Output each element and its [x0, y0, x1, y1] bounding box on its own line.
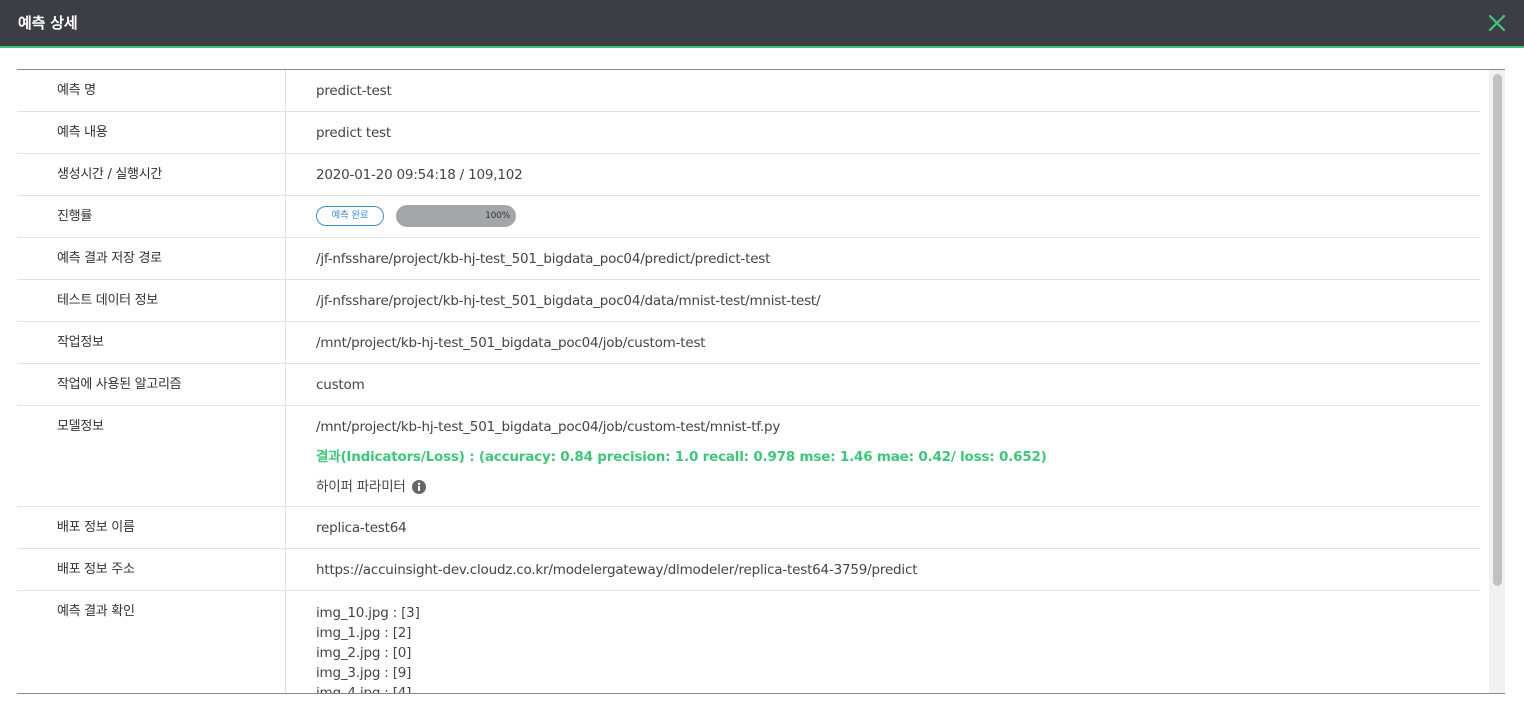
row-label: 작업에 사용된 알고리즘: [17, 364, 286, 405]
progress-value: 예측 완료 100%: [286, 196, 1480, 237]
row-label: 테스트 데이터 정보: [17, 280, 286, 321]
list-item: img_1.jpg : [2]: [316, 625, 412, 641]
algorithm-value: custom: [316, 377, 365, 393]
status-badge: 예측 완료: [316, 206, 384, 226]
deploy-address-value[interactable]: https://accuinsight-dev.cloudz.co.kr/mod…: [286, 549, 1480, 590]
row-label: 모델정보: [17, 406, 286, 506]
list-item: img_3.jpg : [9]: [316, 665, 412, 681]
close-icon[interactable]: [1488, 14, 1506, 32]
detail-table: 예측 명 predict-test 예측 내용 predict test 생성시…: [17, 70, 1480, 694]
list-item: img_4.jpg : [4]: [316, 685, 412, 694]
row-label: 배포 정보 이름: [17, 507, 286, 548]
predict-name-value: predict-test: [316, 83, 392, 99]
row-deploy-address: 배포 정보 주소 https://accuinsight-dev.cloudz.…: [17, 549, 1480, 591]
hyperparameter-row: 하이퍼 파라미터: [316, 478, 1480, 496]
row-predict-description: 예측 내용 predict test: [17, 112, 1480, 154]
row-label: 생성시간 / 실행시간: [17, 154, 286, 195]
test-data-value: /jf-nfsshare/project/kb-hj-test_501_bigd…: [316, 293, 821, 309]
row-deploy-name: 배포 정보 이름 replica-test64: [17, 507, 1480, 549]
row-progress: 진행률 예측 완료 100%: [17, 196, 1480, 238]
scrollbar-thumb[interactable]: [1493, 74, 1502, 586]
result-path-value: /jf-nfsshare/project/kb-hj-test_501_bigd…: [316, 251, 771, 267]
row-result-path: 예측 결과 저장 경로 /jf-nfsshare/project/kb-hj-t…: [17, 238, 1480, 280]
vertical-scrollbar[interactable]: [1489, 70, 1505, 693]
row-time: 생성시간 / 실행시간 2020-01-20 09:54:18 / 109,10…: [17, 154, 1480, 196]
progress-bar: 100%: [396, 205, 516, 227]
row-label: 예측 명: [17, 70, 286, 111]
row-algorithm: 작업에 사용된 알고리즘 custom: [17, 364, 1480, 406]
job-info-value: /mnt/project/kb-hj-test_501_bigdata_poc0…: [316, 335, 706, 351]
predict-description-value: predict test: [316, 125, 391, 141]
deploy-name-value: replica-test64: [316, 520, 407, 536]
row-predict-result: 예측 결과 확인 img_10.jpg : [3] img_1.jpg : [2…: [17, 591, 1480, 694]
row-label: 예측 결과 저장 경로: [17, 238, 286, 279]
row-model-info: 모델정보 /mnt/project/kb-hj-test_501_bigdata…: [17, 406, 1480, 507]
row-job-info: 작업정보 /mnt/project/kb-hj-test_501_bigdata…: [17, 322, 1480, 364]
modal-title: 예측 상세: [18, 14, 78, 32]
row-test-data: 테스트 데이터 정보 /jf-nfsshare/project/kb-hj-te…: [17, 280, 1480, 322]
row-label: 예측 결과 확인: [17, 591, 286, 693]
hyperparameter-label: 하이퍼 파라미터: [316, 479, 406, 495]
info-icon[interactable]: [411, 480, 426, 494]
list-item: img_2.jpg : [0]: [316, 645, 412, 661]
row-predict-name: 예측 명 predict-test: [17, 70, 1480, 112]
model-result: 결과(Indicators/Loss) : (accuracy: 0.84 pr…: [316, 449, 1047, 465]
predict-detail-modal: 예측 상세 예측 명 predict-test 예측 내용 predict te…: [0, 0, 1524, 711]
model-path: /mnt/project/kb-hj-test_501_bigdata_poc0…: [316, 419, 781, 435]
row-label: 작업정보: [17, 322, 286, 363]
progress-text: 100%: [485, 211, 510, 221]
model-info-value: /mnt/project/kb-hj-test_501_bigdata_poc0…: [286, 406, 1480, 506]
time-value: 2020-01-20 09:54:18 / 109,102: [316, 167, 523, 183]
row-label: 배포 정보 주소: [17, 549, 286, 590]
row-label: 진행률: [17, 196, 286, 237]
list-item: img_10.jpg : [3]: [316, 605, 420, 621]
predict-result-list: img_10.jpg : [3] img_1.jpg : [2] img_2.j…: [286, 591, 1480, 694]
detail-content: 예측 명 predict-test 예측 내용 predict test 생성시…: [17, 69, 1505, 694]
modal-header: 예측 상세: [0, 0, 1524, 48]
row-label: 예측 내용: [17, 112, 286, 153]
